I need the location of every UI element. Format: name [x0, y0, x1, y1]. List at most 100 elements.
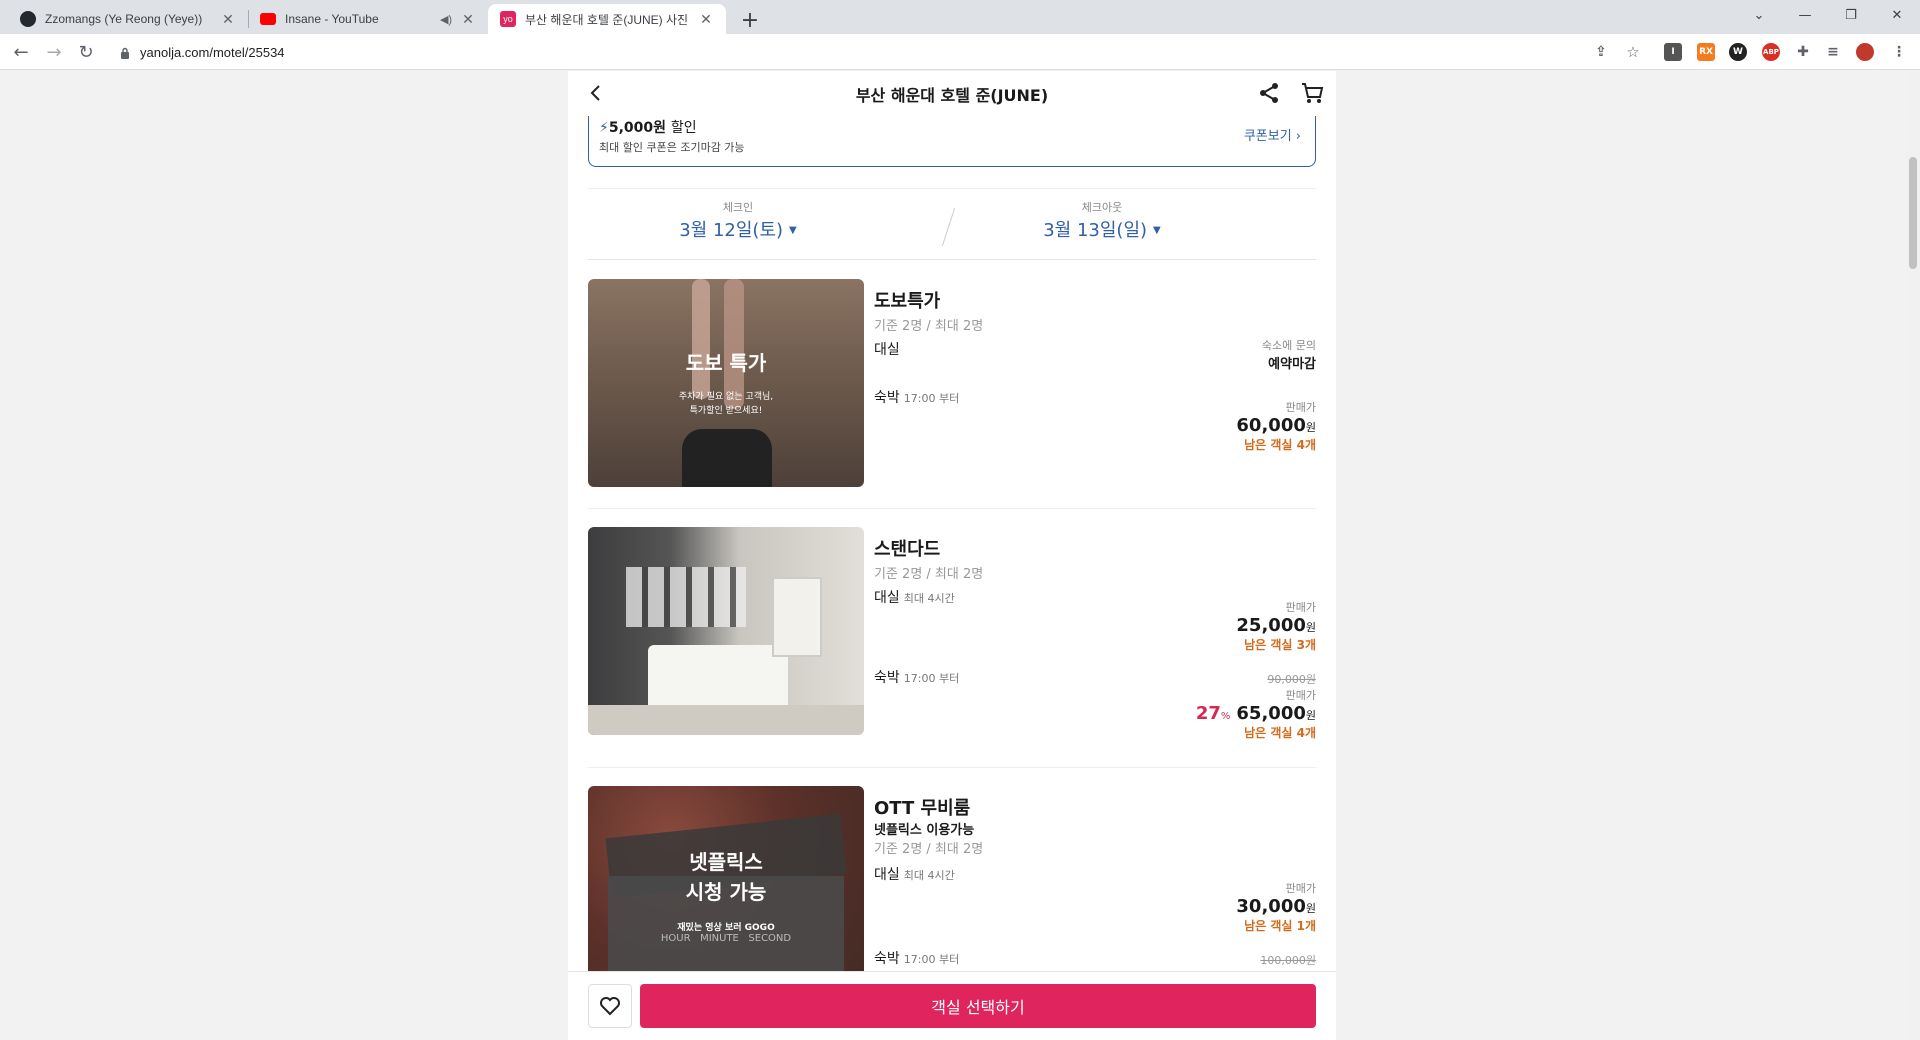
rental-label: 대실 최대 4시간 — [874, 867, 955, 883]
back-icon[interactable]: ← — [9, 40, 33, 64]
room-subname: 넷플릭스 이용가능 — [874, 823, 975, 838]
page-viewport: 부산 해운대 호텔 준(JUNE) ⚡5,000원 할인 최대 할인 쿠폰은 조… — [0, 71, 1906, 1040]
rooms-left: 남은 객실 4개 — [1244, 726, 1316, 740]
image-clock-label: HOUR MINUTE SECOND — [660, 933, 792, 944]
tab-title: 부산 해운대 호텔 준(JUNE) 사진 — [525, 12, 689, 27]
browser-tab-github[interactable]: Zzomangs (Ye Reong (Yeye)) ✕ — [8, 4, 248, 34]
lock-icon — [120, 47, 130, 59]
close-window-button[interactable]: ✕ — [1874, 0, 1920, 30]
room-card[interactable]: 스탠다드 기준 2명 / 최대 2명 대실 최대 4시간 판매가 25,000원 … — [588, 527, 1316, 768]
rental-price-block: 판매가 30,000원 남은 객실 1개 — [1236, 882, 1316, 933]
speaker-icon[interactable]: ◀) — [438, 11, 454, 27]
minimize-button[interactable]: — — [1782, 0, 1828, 30]
date-selector: 체크인 3월 12일(토) ▼ 체크아웃 3월 13일(일) ▼ — [588, 188, 1316, 260]
stay-label: 숙박 17:00 부터 — [874, 670, 960, 686]
cart-icon[interactable] — [1300, 81, 1324, 105]
rooms-left: 남은 객실 3개 — [1244, 638, 1316, 652]
close-tab-icon[interactable]: ✕ — [460, 11, 476, 27]
stay-price: 65,000 — [1236, 703, 1306, 724]
extension-icon-3[interactable]: W — [1729, 43, 1747, 61]
stay-price: 60,000 — [1236, 415, 1306, 436]
room-capacity: 기준 2명 / 최대 2명 — [874, 842, 984, 857]
room-capacity: 기준 2명 / 최대 2명 — [874, 567, 984, 582]
image-subtitle: 재밌는 영상 보러 GOGO — [677, 923, 775, 933]
room-name: 도보특가 — [874, 291, 941, 312]
close-tab-icon[interactable]: ✕ — [698, 11, 714, 27]
image-title: 시청 가능 — [685, 880, 767, 904]
bookmark-star-icon[interactable]: ☆ — [1624, 43, 1642, 61]
browser-tab-yanolja[interactable]: yo 부산 해운대 호텔 준(JUNE) 사진 ✕ — [488, 4, 726, 34]
forward-icon[interactable]: → — [42, 40, 66, 64]
page-scrollbar[interactable] — [1906, 71, 1920, 1040]
reading-list-icon[interactable]: ≡ — [1824, 43, 1842, 61]
select-room-button[interactable]: 객실 선택하기 — [640, 984, 1316, 1028]
caret-down-icon: ▼ — [1153, 225, 1161, 236]
rental-price: 25,000 — [1236, 615, 1306, 636]
close-tab-icon[interactable]: ✕ — [220, 11, 236, 27]
checkin-label: 체크인 — [722, 201, 754, 214]
rooms-left: 남은 객실 4개 — [1244, 438, 1316, 452]
content-column: 부산 해운대 호텔 준(JUNE) ⚡5,000원 할인 최대 할인 쿠폰은 조… — [568, 71, 1336, 1040]
share-icon[interactable] — [1258, 81, 1280, 105]
checkout-label: 체크아웃 — [1081, 201, 1123, 214]
rooms-left: 남은 객실 1개 — [1244, 919, 1316, 933]
rental-status: 숙소에 문의 예약마감 — [1261, 339, 1316, 372]
room-capacity: 기준 2명 / 최대 2명 — [874, 319, 984, 334]
browser-tab-youtube[interactable]: Insane - YouTube ◀) ✕ — [248, 4, 488, 34]
menu-kebab-icon[interactable]: ⋮ — [1890, 43, 1908, 61]
scrollbar-thumb[interactable] — [1909, 157, 1917, 269]
url-text: yanolja.com/motel/25534 — [140, 44, 285, 60]
extension-icon-2[interactable]: RX — [1697, 43, 1715, 61]
original-price: 100,000원 — [1260, 954, 1316, 967]
bottom-action-bar: 객실 선택하기 — [568, 971, 1336, 1040]
heart-icon — [600, 997, 620, 1016]
stay-price-block: 100,000원 — [1260, 952, 1316, 968]
browser-tab-bar: Zzomangs (Ye Reong (Yeye)) ✕ Insane - Yo… — [0, 0, 1920, 34]
rental-label: 대실 — [874, 342, 900, 358]
checkin-value: 3월 12일(토) — [679, 220, 784, 241]
page-header: 부산 해운대 호텔 준(JUNE) — [568, 71, 1336, 116]
share-page-icon[interactable]: ⇪ — [1592, 43, 1610, 61]
coupon-subtitle: 최대 할인 쿠폰은 조기마감 가능 — [599, 141, 745, 154]
image-title: 도보 특가 — [685, 351, 767, 375]
room-image[interactable]: 도보 특가 주차가 필요 없는 고객님, 특가할인 받으세요! — [588, 279, 864, 487]
github-icon — [20, 11, 36, 27]
room-name: OTT 무비룸 — [874, 798, 971, 819]
coupon-amount: ⚡5,000원 할인 — [599, 120, 697, 136]
coupon-view-link[interactable]: 쿠폰보기 › — [1244, 125, 1301, 144]
room-name: 스탠다드 — [874, 539, 941, 560]
extensions-puzzle-icon[interactable]: ✚ — [1794, 43, 1812, 61]
caret-down-icon: ▼ — [789, 225, 797, 236]
reload-icon[interactable]: ↻ — [74, 40, 98, 64]
image-title: 넷플릭스 — [689, 850, 763, 874]
image-subtitle: 주차가 필요 없는 고객님, — [678, 392, 774, 402]
lightning-icon: ⚡ — [599, 120, 609, 136]
stay-label: 숙박 17:00 부터 — [874, 390, 960, 406]
image-subtitle: 특가할인 받으세요! — [689, 406, 763, 416]
original-price: 90,000원 — [1267, 673, 1316, 686]
restore-button[interactable]: ❐ — [1828, 0, 1874, 30]
yanolja-icon: yo — [500, 11, 516, 27]
room-card[interactable]: 도보 특가 주차가 필요 없는 고객님, 특가할인 받으세요! 도보특가 기준 … — [588, 279, 1316, 509]
profile-avatar[interactable] — [1856, 43, 1874, 61]
adblock-icon[interactable]: ABP — [1762, 43, 1780, 61]
tab-search-icon[interactable]: ⌄ — [1736, 0, 1782, 30]
youtube-icon — [260, 13, 276, 25]
checkin-picker[interactable]: 체크인 3월 12일(토) ▼ — [588, 199, 888, 242]
tab-title: Insane - YouTube — [285, 12, 379, 26]
new-tab-button[interactable]: + — [737, 7, 763, 33]
room-image[interactable] — [588, 527, 864, 735]
page-title: 부산 해운대 호텔 준(JUNE) — [855, 86, 1049, 105]
stay-price-block: 90,000원 판매가 27% 65,000원 남은 객실 4개 — [1195, 673, 1316, 740]
stay-price-block: 판매가 60,000원 남은 객실 4개 — [1236, 401, 1316, 452]
checkout-picker[interactable]: 체크아웃 3월 13일(일) ▼ — [952, 199, 1252, 242]
address-bar[interactable]: yanolja.com/motel/25534 — [106, 38, 1666, 66]
chevron-right-icon: › — [1295, 129, 1301, 144]
tab-title: Zzomangs (Ye Reong (Yeye)) — [45, 12, 203, 26]
extension-icon-1[interactable]: I — [1664, 43, 1682, 61]
checkout-value: 3월 13일(일) — [1043, 220, 1148, 241]
wishlist-button[interactable] — [588, 984, 632, 1028]
rental-label: 대실 최대 4시간 — [874, 590, 955, 606]
rental-price: 30,000 — [1236, 896, 1306, 917]
browser-toolbar: ← → ↻ yanolja.com/motel/25534 ⇪ ☆ I RX W… — [0, 34, 1920, 70]
